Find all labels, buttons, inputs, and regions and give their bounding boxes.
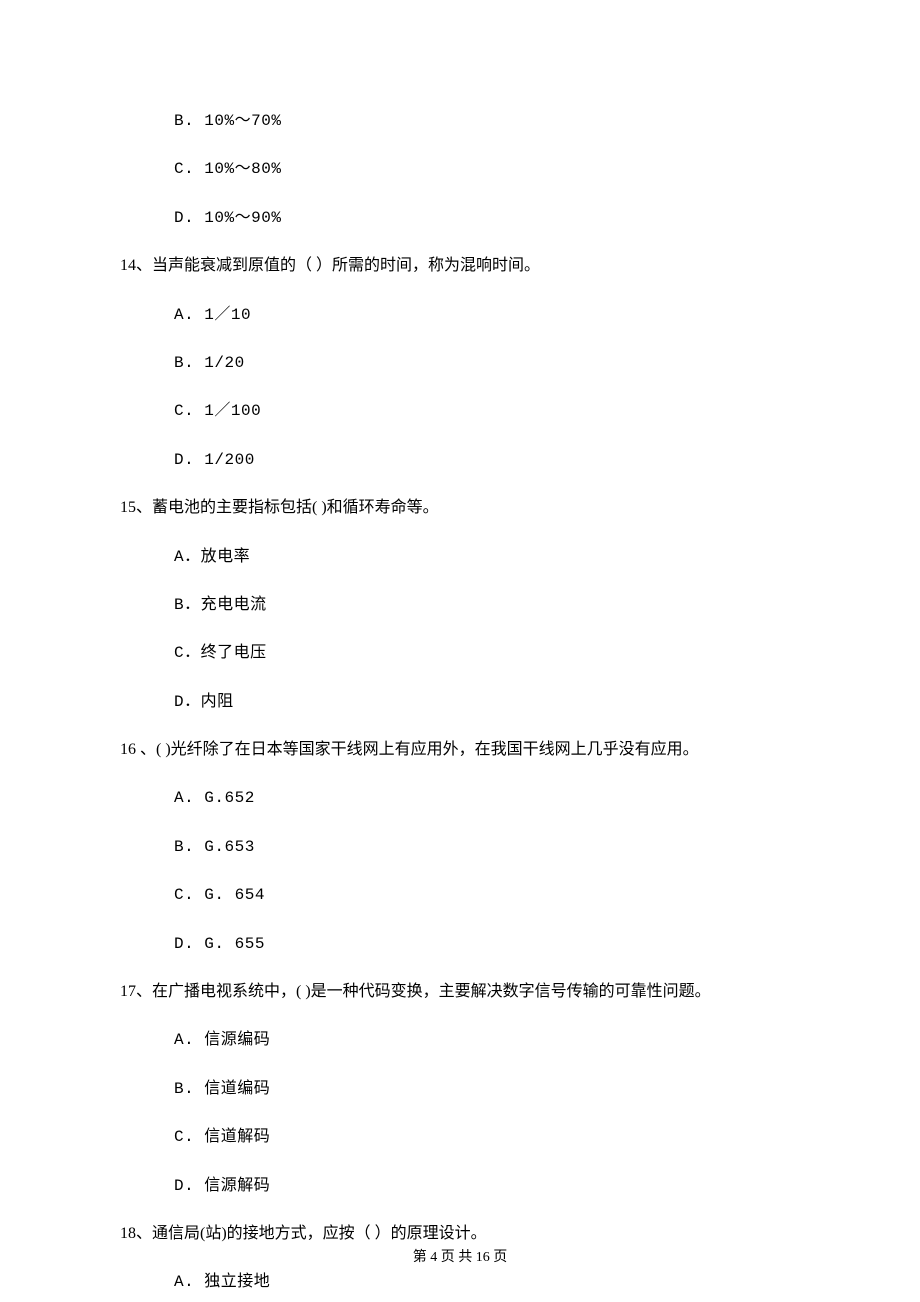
question-stem: 14、当声能衰减到原值的（ ）所需的时间，称为混响时间。 [120,255,800,277]
question-stem: 16 、( )光纤除了在日本等国家干线网上有应用外，在我国干线网上几乎没有应用。 [120,739,800,761]
question-stem: 17、在广播电视系统中，( )是一种代码变换，主要解决数字信号传输的可靠性问题。 [120,981,800,1003]
option-text: A．放电率 [174,546,800,568]
option-text: A. 1／10 [174,304,800,326]
option-text: C．终了电压 [174,642,800,664]
option-text: A. 信源编码 [174,1029,800,1051]
question-stem: 18、通信局(站)的接地方式，应按（ ）的原理设计。 [120,1223,800,1245]
question-stem: 15、蓄电池的主要指标包括( )和循环寿命等。 [120,497,800,519]
page-footer: 第 4 页 共 16 页 [0,1248,920,1268]
option-text: C. 信道解码 [174,1126,800,1148]
option-text: B．充电电流 [174,594,800,616]
option-text: B. 信道编码 [174,1078,800,1100]
option-text: B. G.653 [174,836,800,858]
option-text: D. 1/200 [174,449,800,471]
option-text: C. 10%～80% [174,158,800,180]
option-text: D. G. 655 [174,933,800,955]
option-text: D. 信源解码 [174,1175,800,1197]
option-text: A. G.652 [174,787,800,809]
option-text: C. 1／100 [174,400,800,422]
option-text: B. 10%～70% [174,110,800,132]
option-text: C. G. 654 [174,884,800,906]
option-text: D. 10%～90% [174,207,800,229]
page-content: B. 10%～70% C. 10%～80% D. 10%～90% 14、当声能衰… [0,0,920,1294]
option-text: B. 1/20 [174,352,800,374]
option-text: A. 独立接地 [174,1271,800,1293]
option-text: D．内阻 [174,691,800,713]
